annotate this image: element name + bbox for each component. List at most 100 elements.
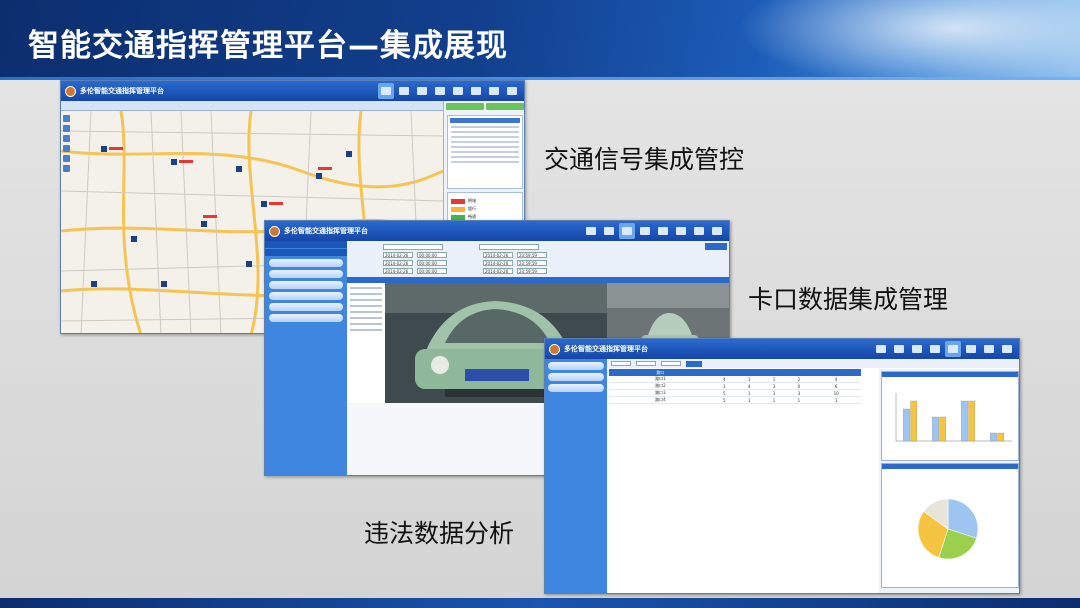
pie-chart bbox=[917, 498, 979, 560]
start-date-input[interactable]: 2014-02-26 bbox=[383, 252, 413, 258]
bar bbox=[932, 416, 939, 442]
bar bbox=[910, 400, 918, 442]
date-input[interactable] bbox=[383, 243, 443, 250]
bar bbox=[961, 400, 968, 442]
module-icon[interactable] bbox=[468, 83, 484, 99]
table-row[interactable]: 路口4 5 1 1 1 1 bbox=[609, 396, 861, 404]
sidebar-button[interactable] bbox=[269, 281, 343, 289]
caption-checkpoint-data: 卡口数据集成管理 bbox=[748, 285, 949, 314]
filter-input[interactable] bbox=[636, 361, 656, 366]
app-name: 多伦智能交通指挥管理平台 bbox=[284, 227, 368, 235]
date-input[interactable] bbox=[479, 243, 539, 250]
legend-swatch bbox=[451, 206, 465, 212]
module-icon[interactable] bbox=[673, 223, 689, 239]
analysis-filter bbox=[607, 359, 1019, 368]
start-time-input[interactable]: 00:00:00 bbox=[417, 268, 447, 274]
side-tab[interactable] bbox=[446, 103, 484, 110]
end-date-input[interactable]: 2014-02-26 bbox=[483, 260, 513, 266]
sidebar-button[interactable] bbox=[548, 384, 604, 392]
bar bbox=[903, 408, 910, 442]
module-icon[interactable] bbox=[963, 341, 979, 357]
sidebar-button[interactable] bbox=[269, 270, 343, 278]
caption-violation-analysis: 违法数据分析 bbox=[364, 519, 515, 548]
end-time-input[interactable]: 23:59:59 bbox=[517, 260, 547, 266]
app-name: 多伦智能交通指挥管理平台 bbox=[564, 345, 648, 353]
module-icon[interactable] bbox=[637, 223, 653, 239]
app-title-bar: 多伦智能交通指挥管理平台 bbox=[61, 81, 524, 101]
start-time-input[interactable]: 00:00:00 bbox=[417, 260, 447, 266]
checkpoint-sidebar bbox=[265, 241, 347, 475]
bar bbox=[990, 432, 997, 442]
filter-input[interactable] bbox=[661, 361, 681, 366]
module-icon[interactable] bbox=[432, 83, 448, 99]
module-icon[interactable] bbox=[909, 341, 925, 357]
module-icons bbox=[583, 223, 725, 239]
module-icon[interactable] bbox=[504, 83, 520, 99]
sidebar-button[interactable] bbox=[269, 292, 343, 300]
status-bar bbox=[265, 469, 347, 475]
app-name: 多伦智能交通指挥管理平台 bbox=[80, 87, 164, 95]
legend-swatch bbox=[451, 198, 465, 204]
start-date-input[interactable]: 2014-02-26 bbox=[383, 260, 413, 266]
bar bbox=[968, 400, 976, 442]
module-icon[interactable] bbox=[945, 341, 961, 357]
module-icon[interactable] bbox=[414, 83, 430, 99]
table-header-row: 路口 bbox=[609, 369, 861, 376]
module-icon[interactable] bbox=[709, 223, 725, 239]
app-title-bar: 多伦智能交通指挥管理平台 bbox=[545, 339, 1019, 359]
police-badge-icon bbox=[549, 343, 560, 355]
end-date-input[interactable]: 2014-02-26 bbox=[483, 252, 513, 258]
module-icon[interactable] bbox=[981, 341, 997, 357]
bar-chart bbox=[895, 393, 1012, 442]
filter-input[interactable] bbox=[611, 361, 631, 366]
module-icon[interactable] bbox=[450, 83, 466, 99]
module-icon[interactable] bbox=[691, 223, 707, 239]
table-row[interactable]: 路口3 5 1 3 3 10 bbox=[609, 389, 861, 397]
start-date-input[interactable]: 2014-02-26 bbox=[383, 268, 413, 274]
bar-chart-box bbox=[881, 371, 1019, 461]
side-tab[interactable] bbox=[486, 103, 524, 110]
query-button[interactable] bbox=[686, 360, 702, 367]
start-time-input[interactable]: 00:00:00 bbox=[417, 252, 447, 258]
sidebar-button[interactable] bbox=[269, 314, 343, 322]
module-icon[interactable] bbox=[891, 341, 907, 357]
module-icon[interactable] bbox=[378, 83, 394, 99]
module-icon[interactable] bbox=[927, 341, 943, 357]
sidebar-button[interactable] bbox=[548, 362, 604, 370]
header-light-streak bbox=[700, 0, 1080, 80]
module-icon[interactable] bbox=[601, 223, 617, 239]
sidebar-button[interactable] bbox=[269, 259, 343, 267]
legend-row: 缓行 bbox=[451, 206, 519, 212]
analysis-screenshot: 多伦智能交通指挥管理平台 路口 路口1 4 1 1 2 4 路口2 3 4 3 … bbox=[544, 338, 1020, 594]
end-time-input[interactable]: 23:59:59 bbox=[517, 268, 547, 274]
sidebar-button[interactable] bbox=[269, 303, 343, 311]
end-date-input[interactable]: 2014-02-26 bbox=[483, 268, 513, 274]
module-icon[interactable] bbox=[655, 223, 671, 239]
police-badge-icon bbox=[269, 225, 280, 237]
module-icons bbox=[873, 341, 1015, 357]
map-zoom-controls[interactable] bbox=[63, 115, 71, 235]
legend-swatch bbox=[451, 214, 465, 220]
chart-panel bbox=[879, 369, 1019, 593]
analysis-sidebar bbox=[545, 359, 607, 593]
end-time-input[interactable]: 23:59:59 bbox=[517, 252, 547, 258]
module-icon[interactable] bbox=[583, 223, 599, 239]
module-icon[interactable] bbox=[486, 83, 502, 99]
query-button[interactable] bbox=[705, 243, 727, 250]
pie-chart-box bbox=[881, 463, 1019, 588]
slide-title: 智能交通指挥管理平台—集成展现 bbox=[28, 28, 508, 64]
app-title-bar: 多伦智能交通指挥管理平台 bbox=[265, 221, 729, 241]
police-badge-icon bbox=[65, 85, 76, 97]
slide-header: 智能交通指挥管理平台—集成展现 bbox=[0, 0, 1080, 80]
sidebar-button[interactable] bbox=[548, 373, 604, 381]
module-icon[interactable] bbox=[619, 223, 635, 239]
bar bbox=[939, 416, 947, 442]
slide-footer bbox=[0, 598, 1080, 608]
module-icon[interactable] bbox=[396, 83, 412, 99]
legend-row: 拥堵 bbox=[451, 198, 519, 204]
module-icon[interactable] bbox=[873, 341, 889, 357]
module-icon[interactable] bbox=[999, 341, 1015, 357]
table-row[interactable]: 路口2 3 4 3 0 6 bbox=[609, 382, 861, 390]
query-form: 2014-02-26 00:00:00 2014-02-26 23:59:59 … bbox=[347, 241, 729, 277]
violation-table: 路口 路口1 4 1 1 2 4 路口2 3 4 3 0 6 路口3 5 1 3… bbox=[609, 369, 861, 404]
